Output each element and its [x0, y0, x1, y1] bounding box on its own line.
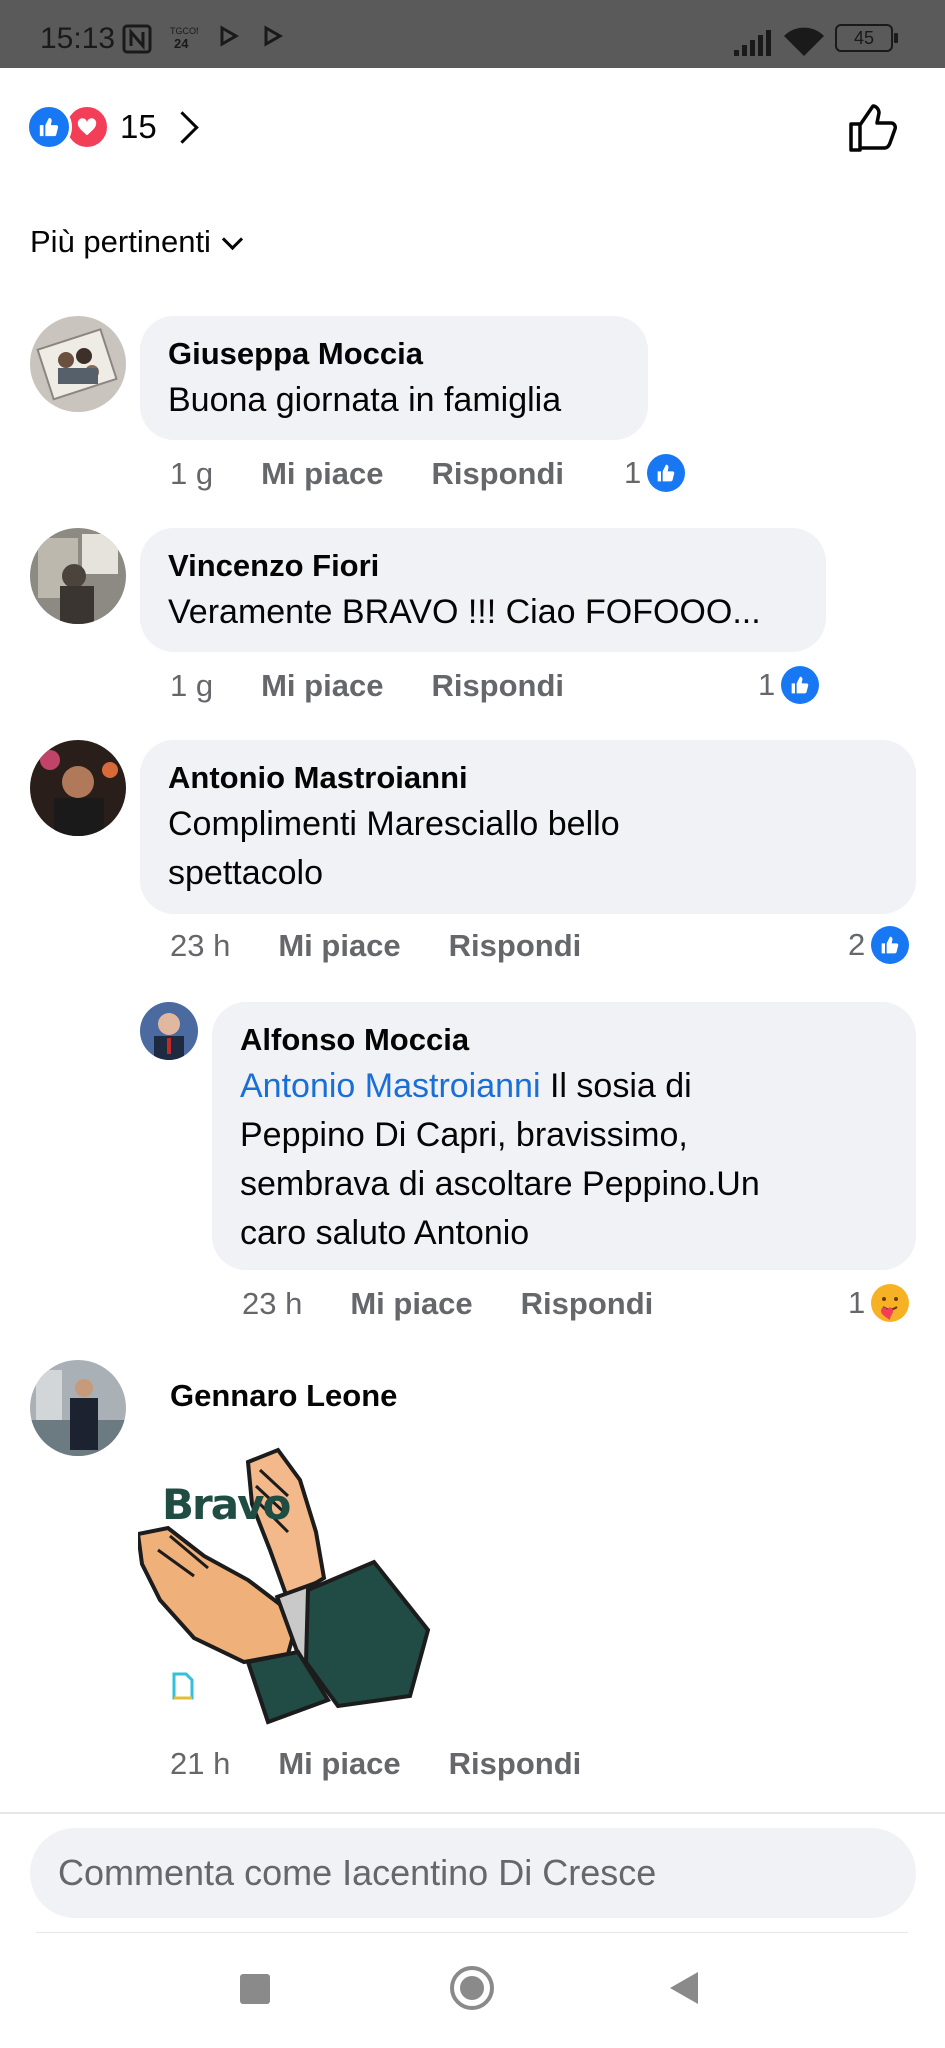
status-bar: 15:13 TGCOM24 45 — [0, 0, 945, 68]
wifi-icon — [782, 26, 826, 64]
comment-reactions[interactable]: 2 — [848, 926, 910, 964]
play-icon — [262, 24, 284, 54]
sort-dropdown[interactable]: Più pertinenti — [30, 224, 244, 260]
comment-text-line: sembrava di ascoltare Peppino.Un — [240, 1165, 760, 1203]
back-button[interactable] — [670, 1972, 698, 2004]
like-reaction-icon — [26, 104, 72, 150]
reply-button[interactable]: Rispondi — [449, 1746, 582, 1782]
like-post-button[interactable] — [845, 100, 901, 156]
nfc-icon — [122, 24, 152, 60]
comment-text-line: Peppino Di Capri, bravissimo, — [240, 1116, 688, 1154]
svg-text:24: 24 — [174, 36, 189, 51]
comment-text: Buona giornata in famiglia — [168, 381, 562, 419]
comment-text: Veramente BRAVO !!! Ciao FOFOOO... — [168, 593, 761, 631]
comment-text-line: caro saluto Antonio — [240, 1214, 530, 1252]
thumb-up-outline-icon — [849, 104, 897, 152]
like-comment-button[interactable]: Mi piace — [261, 668, 383, 704]
reactions-count: 15 — [120, 108, 157, 145]
comment-time[interactable]: 23 h — [242, 1286, 302, 1322]
svg-text:TGCOM: TGCOM — [170, 26, 198, 36]
comment-author[interactable]: Vincenzo Fiori — [168, 544, 798, 588]
comment-author[interactable]: Gennaro Leone — [170, 1374, 397, 1418]
chevron-right-icon — [165, 110, 199, 144]
care-reaction-icon — [871, 1284, 910, 1322]
like-badge-icon — [871, 926, 910, 964]
like-comment-button[interactable]: Mi piace — [261, 456, 383, 492]
avatar[interactable] — [30, 1360, 126, 1456]
like-comment-button[interactable]: Mi piace — [278, 928, 400, 964]
play-icon — [218, 24, 240, 54]
reply-bubble: Alfonso Moccia Antonio Mastroianni Il so… — [212, 1002, 916, 1270]
comment-reactions[interactable]: 1 — [848, 1284, 910, 1322]
chevron-down-icon — [221, 228, 244, 250]
avatar[interactable] — [30, 528, 126, 624]
comment-reactions[interactable]: 1 — [758, 666, 820, 704]
comment-actions: 23 h Mi piace Rispondi — [170, 928, 629, 964]
comment-author[interactable]: Antonio Mastroianni — [168, 756, 888, 800]
comment-reactions[interactable]: 1 — [624, 454, 686, 492]
reaction-count: 1 — [758, 667, 776, 702]
avatar[interactable] — [140, 1002, 198, 1060]
like-badge-icon — [781, 666, 820, 704]
comment-text-line: spettacolo — [168, 854, 323, 892]
home-button[interactable] — [450, 1966, 494, 2010]
recents-button[interactable] — [240, 1974, 270, 2004]
comment-author[interactable]: Giuseppa Moccia — [168, 332, 620, 376]
comment-actions: 1 g Mi piace Rispondi — [170, 668, 612, 704]
comment-time[interactable]: 23 h — [170, 928, 230, 964]
comment-time[interactable]: 1 g — [170, 456, 213, 492]
status-time: 15:13 — [40, 22, 116, 55]
comment-actions: 21 h Mi piace Rispondi — [170, 1746, 629, 1782]
signal-icon — [732, 28, 772, 64]
comment-time[interactable]: 1 g — [170, 668, 213, 704]
like-comment-button[interactable]: Mi piace — [350, 1286, 472, 1322]
reply-button[interactable]: Rispondi — [521, 1286, 654, 1322]
file-icon — [172, 1672, 194, 1700]
comment-actions: 1 g Mi piace Rispondi — [170, 456, 612, 492]
reaction-count: 2 — [848, 927, 866, 962]
like-comment-button[interactable]: Mi piace — [278, 1746, 400, 1782]
reaction-count: 1 — [848, 1285, 866, 1320]
reply-button[interactable]: Rispondi — [431, 456, 564, 492]
reaction-count: 1 — [624, 455, 642, 490]
avatar[interactable] — [30, 740, 126, 836]
comment-text: Il sosia di — [540, 1067, 692, 1105]
reply-button[interactable]: Rispondi — [431, 668, 564, 704]
comment-bubble: Giuseppa Moccia Buona giornata in famigl… — [140, 316, 648, 440]
sticker-text: Bravo — [162, 1480, 291, 1529]
comment-bubble: Antonio Mastroianni Complimenti Marescia… — [140, 740, 916, 914]
comment-time[interactable]: 21 h — [170, 1746, 230, 1782]
tgcom24-icon: TGCOM24 — [168, 22, 204, 58]
comment-bubble: Vincenzo Fiori Veramente BRAVO !!! Ciao … — [140, 528, 826, 652]
comment-input[interactable]: Commenta come Iacentino Di Cresce — [30, 1828, 916, 1918]
comment-author[interactable]: Alfonso Moccia — [240, 1018, 888, 1062]
divider — [0, 1812, 945, 1814]
divider — [36, 1932, 908, 1933]
avatar[interactable] — [30, 316, 126, 412]
battery-indicator: 45 — [835, 24, 898, 52]
comment-actions: 23 h Mi piace Rispondi — [242, 1286, 701, 1322]
reactions-summary[interactable]: 15 — [26, 100, 199, 154]
like-badge-icon — [647, 454, 686, 492]
mention-link[interactable]: Antonio Mastroianni — [240, 1067, 541, 1105]
comment-text-line: Complimenti Maresciallo bello — [168, 805, 620, 843]
reply-button[interactable]: Rispondi — [449, 928, 582, 964]
sort-label: Più pertinenti — [30, 224, 211, 259]
